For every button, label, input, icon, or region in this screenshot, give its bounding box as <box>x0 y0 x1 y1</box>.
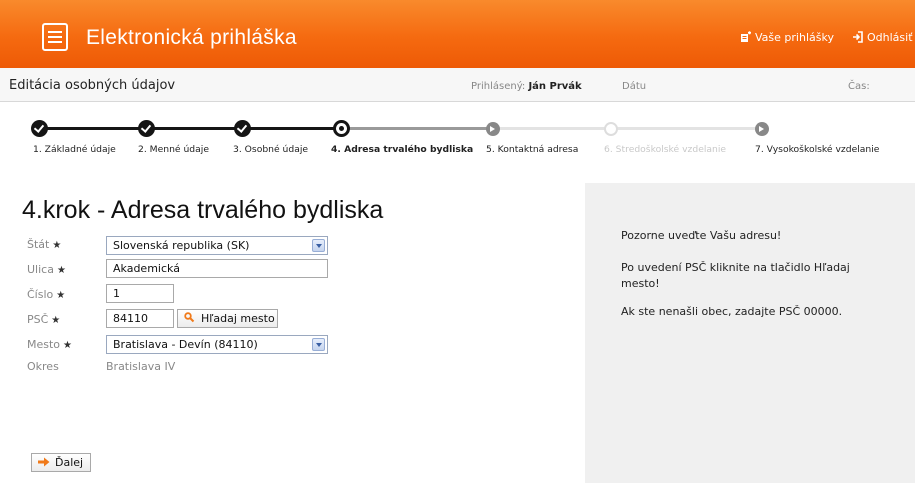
stat-label-text: Štát <box>27 238 50 251</box>
help-message-3: Ak ste nenašli obec, zadajte PSČ 00000. <box>621 305 843 318</box>
arrow-right-icon <box>38 457 50 467</box>
psc-label-text: PSČ <box>27 313 49 326</box>
document-logo-icon <box>42 23 68 51</box>
step-7-label: 7. Vysokoškolské vzdelanie <box>755 144 880 155</box>
step-5-next-icon <box>486 122 500 136</box>
stat-select[interactable]: Slovenská republika (SK) <box>106 236 328 255</box>
step-2-done-icon <box>138 120 155 137</box>
stat-label: Štát ★ <box>27 238 61 251</box>
step-3-label: 3. Osobné údaje <box>233 144 309 155</box>
chevron-down-icon[interactable] <box>312 338 325 351</box>
progress-line-completed <box>39 127 343 130</box>
mesto-label: Mesto ★ <box>27 338 72 351</box>
app-header: Elektronická prihláška Vaše prihlášky Od… <box>0 0 915 68</box>
step-4-current-icon <box>333 120 350 137</box>
stat-select-value: Slovenská republika (SK) <box>113 239 250 252</box>
okres-label: Okres <box>27 360 59 373</box>
step-3-done-icon <box>234 120 251 137</box>
step-1-done-icon <box>31 120 48 137</box>
logout-link[interactable]: Odhlásiť <box>852 31 913 44</box>
page-title: Editácia osobných údajov <box>9 78 176 93</box>
step-1-label: 1. Základné údaje <box>33 144 116 155</box>
mesto-select-value: Bratislava - Devín (84110) <box>113 338 258 351</box>
step-4-label: 4. Adresa trvalého bydliska <box>331 144 474 155</box>
step-progress: 1. Základné údaje 2. Menné údaje 3. Osob… <box>0 106 915 164</box>
my-applications-link[interactable]: Vaše prihlášky <box>740 31 834 44</box>
step-6-disabled-icon <box>604 122 618 136</box>
mesto-label-text: Mesto <box>27 338 61 351</box>
mesto-select[interactable]: Bratislava - Devín (84110) <box>106 335 328 354</box>
logout-label: Odhlásiť <box>867 31 913 44</box>
ulica-label: Ulica ★ <box>27 263 66 276</box>
cislo-label: Číslo ★ <box>27 288 65 301</box>
help-message-1: Pozorne uveďte Vašu adresu! <box>621 229 782 242</box>
app-title: Elektronická prihláška <box>86 26 297 49</box>
required-star-icon: ★ <box>63 340 73 351</box>
find-city-button[interactable]: Hľadaj mesto <box>177 309 278 328</box>
step-5-label: 5. Kontaktná adresa <box>486 144 579 155</box>
logout-icon <box>853 31 863 43</box>
cislo-label-text: Číslo <box>27 288 54 301</box>
my-applications-label: Vaše prihlášky <box>755 31 834 44</box>
date-label: Dátu <box>622 81 647 92</box>
logged-user-info: Prihlásený: Ján Prvák <box>471 81 582 92</box>
next-button-label: Ďalej <box>55 456 84 469</box>
required-star-icon: ★ <box>52 240 62 251</box>
logged-label: Prihlásený: <box>471 81 526 92</box>
help-panel: Pozorne uveďte Vašu adresu! Po uvedení P… <box>585 183 915 483</box>
search-icon <box>184 312 195 323</box>
find-city-button-label: Hľadaj mesto <box>201 312 275 325</box>
psc-input[interactable]: 84110 <box>106 309 174 328</box>
required-star-icon: ★ <box>56 290 66 301</box>
ulica-input[interactable]: Akademická <box>106 259 328 278</box>
progress-line-next <box>343 127 493 130</box>
required-star-icon: ★ <box>51 315 61 326</box>
user-info-bar: Editácia osobných údajov Prihlásený: Ján… <box>0 68 915 102</box>
required-star-icon: ★ <box>56 265 66 276</box>
progress-line-pending <box>493 127 763 130</box>
okres-value: Bratislava IV <box>106 360 176 373</box>
next-button[interactable]: Ďalej <box>31 453 91 472</box>
applications-icon <box>741 31 751 42</box>
cislo-input[interactable]: 1 <box>106 284 174 303</box>
step-7-next-icon <box>755 122 769 136</box>
ulica-label-text: Ulica <box>27 263 54 276</box>
step-2-label: 2. Menné údaje <box>138 144 209 155</box>
psc-label: PSČ ★ <box>27 313 60 326</box>
step-heading: 4.krok - Adresa trvalého bydliska <box>22 196 384 224</box>
help-message-2: Po uvedení PSČ kliknite na tlačidlo Hľad… <box>621 261 850 290</box>
step-6-label: 6. Stredoškolské vzdelanie <box>604 144 727 155</box>
chevron-down-icon[interactable] <box>312 239 325 252</box>
time-label: Čas: <box>848 81 870 92</box>
logged-user-name: Ján Prvák <box>528 81 582 92</box>
